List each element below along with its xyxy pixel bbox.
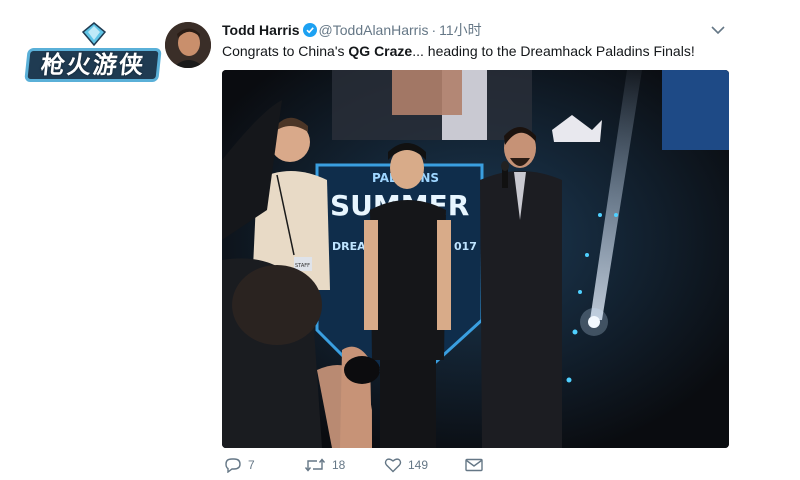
reply-icon [225, 458, 241, 473]
banner-line3-right: 017 [454, 240, 477, 253]
like-count: 149 [408, 458, 429, 472]
direct-message-button[interactable] [465, 456, 489, 474]
retweet-button[interactable]: 18 [304, 456, 345, 474]
like-button[interactable]: 149 [384, 456, 428, 474]
tweet-text-before: Congrats to China's [222, 43, 349, 59]
tweet-text: Congrats to China's QG Craze... heading … [222, 43, 695, 59]
mention-qg-craze: QG Craze [348, 43, 413, 59]
verified-badge-icon [302, 23, 317, 37]
reply-button[interactable]: 7 [224, 456, 255, 474]
logo-text: 枪火游侠 [24, 48, 162, 82]
reply-count: 7 [248, 458, 255, 472]
retweet-icon [304, 458, 326, 472]
tweet-header: Todd Harris @ToddAlanHarris · 11小时 [222, 20, 482, 40]
author-name[interactable]: Todd Harris [222, 22, 300, 38]
retweet-count: 18 [332, 458, 346, 472]
author-handle[interactable]: @ToddAlanHarris [319, 22, 429, 38]
tweet-text-after: ... heading to the Dreamhack Paladins Fi… [412, 43, 695, 59]
tweet-timestamp[interactable]: 11小时 [439, 22, 482, 38]
banner-line3-left: DREA [332, 240, 366, 253]
gem-icon [82, 22, 106, 46]
chevron-down-icon[interactable] [708, 22, 728, 38]
tweet-photo[interactable]: PALADINS SUMMER DREA 017 STAFF [222, 70, 729, 448]
site-logo: 枪火游侠 [22, 22, 162, 84]
separator: · [431, 22, 437, 38]
staff-badge: STAFF [295, 263, 310, 269]
heart-icon [384, 458, 402, 473]
envelope-icon [465, 458, 483, 472]
author-avatar[interactable] [165, 22, 211, 68]
